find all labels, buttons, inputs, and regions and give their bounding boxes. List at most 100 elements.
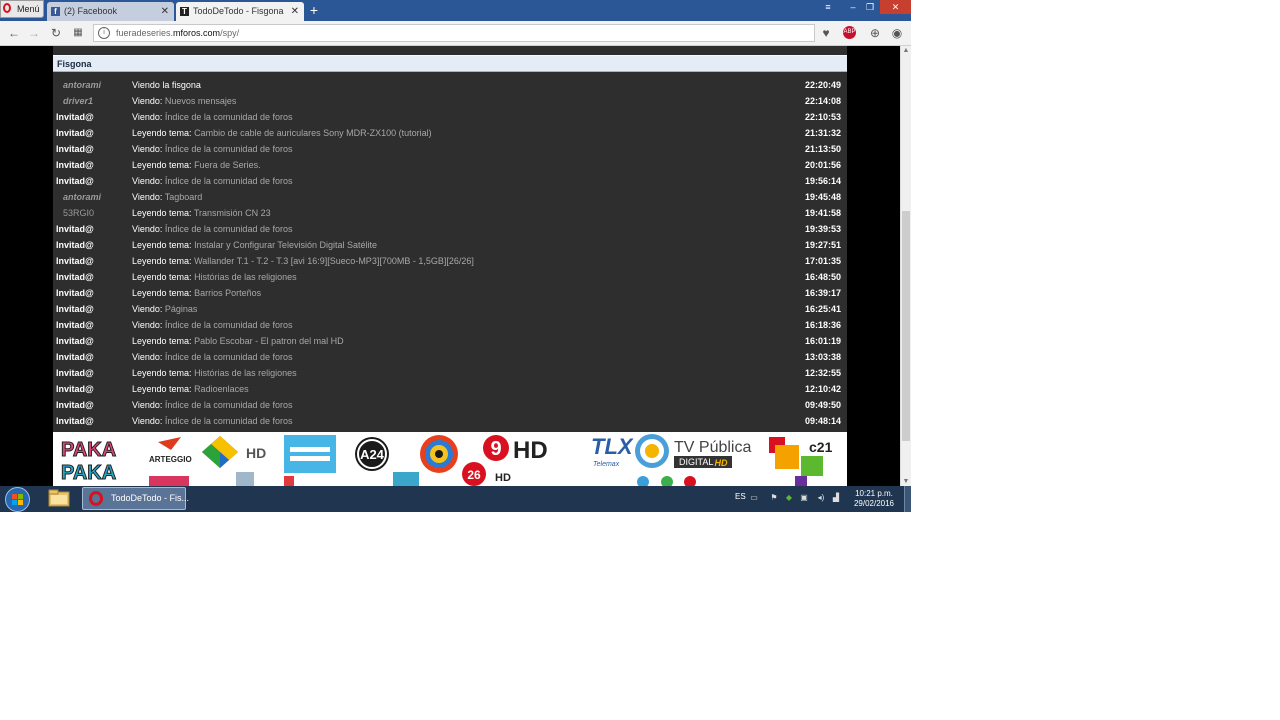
panel-top-strip — [53, 46, 847, 54]
a24-logo: A24 — [355, 437, 419, 486]
forward-arrow-icon[interactable]: → — [26, 25, 42, 41]
scrollbar-thumb[interactable] — [902, 211, 910, 441]
activity-row: Invitad@ Leyendo tema: Histórias de las r… — [53, 365, 847, 381]
volume-icon[interactable]: ◂) — [817, 494, 825, 502]
row-time: 19:45:48 — [804, 192, 841, 202]
row-target-link[interactable]: Tagboard — [165, 192, 203, 202]
page-scrollbar[interactable]: ▲ ▼ — [900, 46, 911, 486]
row-user: Invitad@ — [56, 224, 94, 234]
screen: Menú f (2) Facebook ✕ T TodoDeTodo - Fis… — [0, 0, 911, 512]
svg-text:HD: HD — [495, 472, 511, 484]
activity-row: antorami Viendo: Tagboard 19:45:48 — [53, 189, 847, 205]
site-info-icon[interactable]: i — [98, 27, 110, 39]
new-tab-button[interactable]: + — [308, 3, 320, 17]
activity-row: Invitad@ Viendo: Índice de la comunidad d… — [53, 397, 847, 413]
row-target-link[interactable]: Índice de la comunidad de foros — [165, 320, 293, 330]
scroll-down-arrow-icon[interactable]: ▼ — [901, 477, 911, 486]
device-icon[interactable]: ▣ — [800, 494, 808, 502]
opera-logo-icon — [89, 491, 103, 506]
address-toolbar: ← → ↻ ▦ i fueradeseries.mforos.com/spy/ … — [0, 21, 911, 46]
row-activity: Leyendo tema: Transmisión CN 23 — [132, 205, 271, 221]
taskbar-window-title: TodoDeTodo - Fis... — [111, 493, 190, 503]
row-target-link[interactable]: Cambio de cable de auriculares Sony MDR-… — [194, 128, 432, 138]
row-target-link[interactable]: Histórias de las religiones — [194, 368, 297, 378]
row-target-link[interactable]: Wallander T.1 - T.2 - T.3 [avi 16:9][Sue… — [194, 256, 474, 266]
row-target-link[interactable]: Índice de la comunidad de foros — [165, 416, 293, 426]
tab-facebook[interactable]: f (2) Facebook ✕ — [47, 2, 174, 21]
row-action-label: Viendo: — [132, 144, 163, 154]
tray-app-icon[interactable]: ◆ — [785, 494, 793, 502]
activity-row: Invitad@ Leyendo tema: Wallander T.1 - T.… — [53, 253, 847, 269]
row-action-label: Leyendo tema: — [132, 160, 192, 170]
row-activity: Viendo: Índice de la comunidad de foros — [132, 349, 292, 365]
account-icon[interactable]: ◉ — [889, 25, 905, 41]
close-tab-icon[interactable]: ✕ — [161, 2, 169, 21]
row-target-link[interactable]: Radioenlaces — [194, 384, 249, 394]
row-target-link[interactable]: Índice de la comunidad de foros — [165, 400, 293, 410]
opera-menu-button[interactable]: Menú — [0, 0, 44, 18]
minimize-button[interactable]: – — [845, 0, 861, 14]
address-bar[interactable]: i fueradeseries.mforos.com/spy/ — [93, 24, 815, 42]
bookmark-heart-icon[interactable]: ♥ — [818, 25, 834, 41]
row-target-link[interactable]: Barrios Porteños — [194, 288, 261, 298]
row-action-label: Viendo: — [132, 192, 163, 202]
row-target-link[interactable]: Pablo Escobar - El patron del mal HD — [194, 336, 344, 346]
url-text[interactable]: fueradeseries.mforos.com/spy/ — [116, 25, 239, 42]
adblock-icon[interactable]: ABP — [842, 25, 858, 41]
row-user[interactable]: 53RGI0 — [63, 205, 94, 221]
row-time: 16:18:36 — [804, 320, 841, 330]
file-explorer-icon[interactable] — [48, 489, 70, 507]
download-icon[interactable]: ⊕ — [867, 25, 883, 41]
show-desktop-button[interactable] — [904, 486, 911, 512]
row-user: Invitad@ — [56, 320, 94, 330]
row-user[interactable]: driver1 — [63, 93, 93, 109]
svg-text:26: 26 — [467, 468, 481, 482]
row-target-link[interactable]: Índice de la comunidad de foros — [165, 352, 293, 362]
row-time: 19:27:51 — [804, 240, 841, 250]
activity-row: Invitad@ Leyendo tema: Histórias de las r… — [53, 269, 847, 285]
language-indicator[interactable]: ES — [735, 492, 746, 501]
row-target-link[interactable]: Índice de la comunidad de foros — [165, 224, 293, 234]
row-target-link[interactable]: Transmisión CN 23 — [194, 208, 271, 218]
svg-text:PAKA: PAKA — [61, 439, 116, 461]
row-user: Invitad@ — [56, 368, 94, 378]
row-activity: Leyendo tema: Wallander T.1 - T.2 - T.3 … — [132, 253, 474, 269]
network-icon[interactable]: ▟ — [832, 494, 840, 502]
row-activity: Leyendo tema: Pablo Escobar - El patron … — [132, 333, 344, 349]
taskbar-opera-window[interactable]: TodoDeTodo - Fis... — [82, 487, 190, 510]
row-target-link[interactable]: Páginas — [165, 304, 198, 314]
tab-tododetodo[interactable]: T TodoDeTodo - Fisgona ✕ — [176, 2, 304, 21]
row-user: Invitad@ — [56, 256, 94, 266]
row-activity: Viendo: Tagboard — [132, 189, 202, 205]
tab-menu-icon[interactable]: ≡ — [820, 0, 836, 14]
back-arrow-icon[interactable]: ← — [6, 25, 22, 41]
activity-row: 53RGI0 Leyendo tema: Transmisión CN 23 19:… — [53, 205, 847, 221]
row-target-link[interactable]: Índice de la comunidad de foros — [165, 144, 293, 154]
row-time: 12:32:55 — [804, 368, 841, 378]
row-user: Invitad@ — [56, 400, 94, 410]
row-target-link[interactable]: Índice de la comunidad de foros — [165, 112, 293, 122]
keyboard-icon[interactable]: ▭ — [750, 494, 758, 502]
row-target-link[interactable]: Nuevos mensajes — [165, 96, 237, 106]
speed-dial-grid-icon[interactable]: ▦ — [70, 25, 86, 41]
close-tab-icon[interactable]: ✕ — [291, 2, 299, 21]
close-window-button[interactable]: ✕ — [880, 0, 911, 14]
activity-row: Invitad@ Viendo: Índice de la comunidad d… — [53, 349, 847, 365]
clock[interactable]: 10:21 p.m. 29/02/2016 — [846, 489, 902, 509]
tab-title: TodoDeTodo - Fisgona — [193, 6, 284, 16]
action-center-flag-icon[interactable]: ⚑ — [770, 494, 778, 502]
row-user[interactable]: antorami — [63, 77, 101, 93]
row-user[interactable]: antorami — [63, 189, 101, 205]
row-target-link[interactable]: Histórias de las religiones — [194, 272, 297, 282]
facebook-icon: f — [51, 7, 60, 16]
row-target-link[interactable]: Índice de la comunidad de foros — [165, 176, 293, 186]
row-target-link[interactable]: Fuera de Series. — [194, 160, 261, 170]
restore-button[interactable]: ❐ — [862, 0, 878, 14]
reload-icon[interactable]: ↻ — [48, 25, 64, 41]
telefe-logo — [420, 435, 458, 473]
scroll-up-arrow-icon[interactable]: ▲ — [901, 46, 911, 55]
row-target-link[interactable]: Instalar y Configurar Televisión Digital… — [194, 240, 377, 250]
row-time: 12:10:42 — [804, 384, 841, 394]
row-activity: Leyendo tema: Instalar y Configurar Tele… — [132, 237, 377, 253]
start-button[interactable] — [5, 487, 30, 512]
